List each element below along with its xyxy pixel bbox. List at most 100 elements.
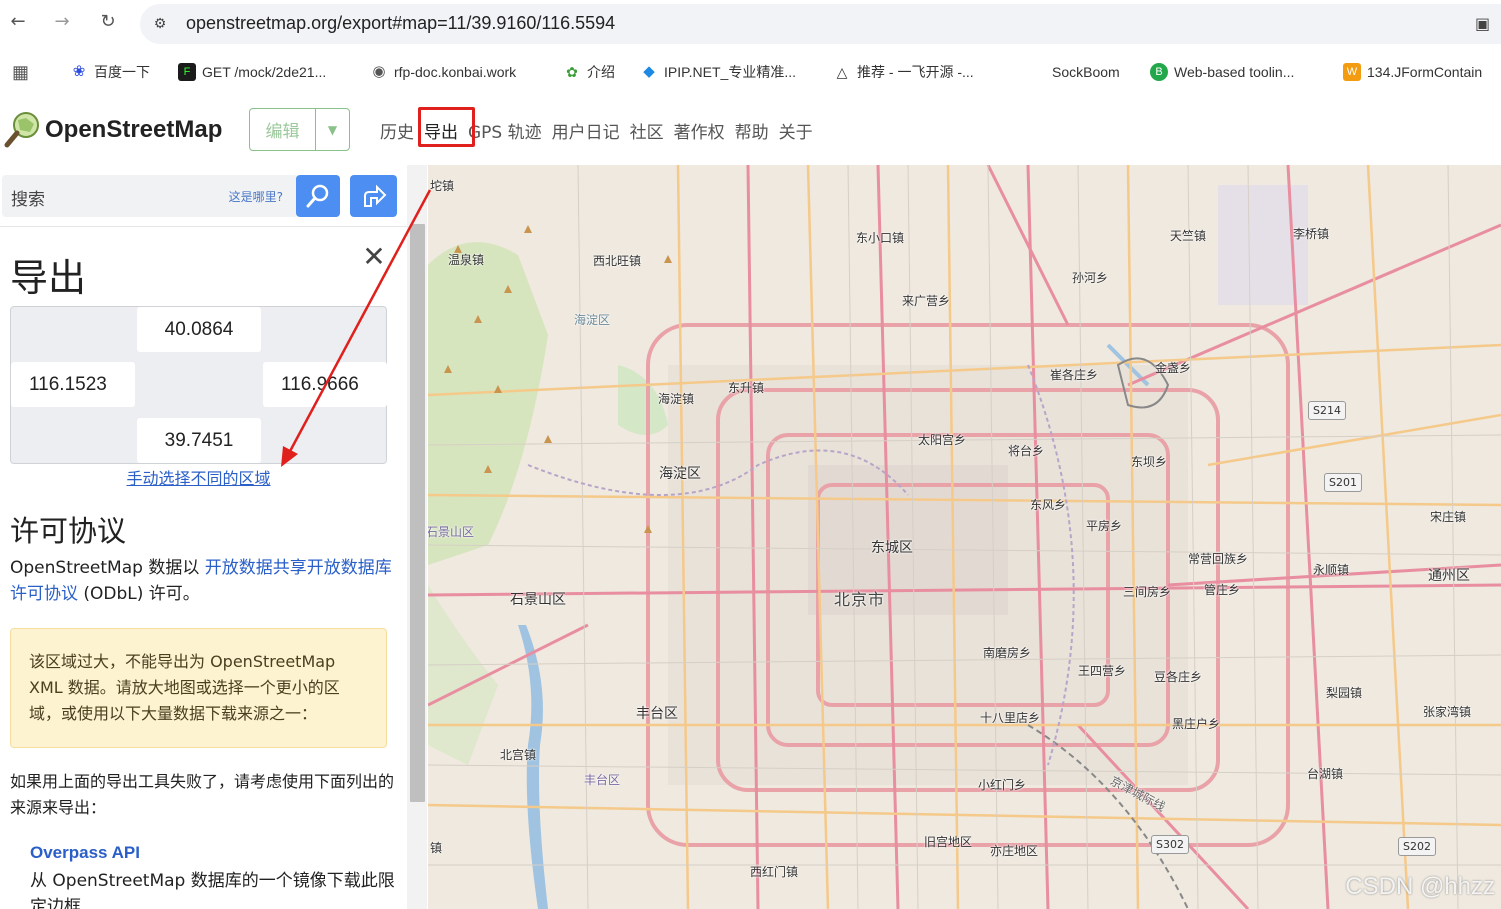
map-label: 台湖镇 <box>1307 767 1344 781</box>
max-lat-input[interactable]: 40.0864 <box>137 307 261 352</box>
sidebar: 搜索 这是哪里? 导出 ✕ 40.0864 116.1523 116.9666 … <box>0 165 407 909</box>
bookmark-mock[interactable]: F GET /mock/2de21... <box>178 61 326 83</box>
map-label: 丰台区 <box>584 773 621 787</box>
map-label: 北宫镇 <box>500 748 537 762</box>
min-lat-input[interactable]: 39.7451 <box>137 418 261 463</box>
bookmark-jform[interactable]: W 134.JFormContain <box>1343 61 1482 83</box>
license-heading: 许可协议 <box>10 514 127 548</box>
nav-about[interactable]: 关于 <box>779 118 813 143</box>
nav-help[interactable]: 帮助 <box>735 118 769 143</box>
reload-icon[interactable]: ↻ <box>96 10 120 34</box>
license-text: OpenStreetMap 数据以 开放数据共享开放数据库许可协议 (ODbL)… <box>10 555 395 607</box>
cast-icon[interactable]: ▣ <box>1475 14 1495 34</box>
search-icon <box>306 184 329 208</box>
where-is-this-link[interactable]: 这是哪里? <box>229 188 283 205</box>
map-label: 黑庄户乡 <box>1172 717 1221 731</box>
map-label: 东城区 <box>871 540 913 556</box>
bookmark-baidu[interactable]: ❀ 百度一下 <box>70 61 150 83</box>
edit-button[interactable]: 编辑 <box>250 109 316 150</box>
w-square-icon: W <box>1343 63 1361 81</box>
bookmark-label: 介绍 <box>587 64 615 80</box>
map-label: 永顺镇 <box>1313 563 1350 577</box>
nav-user-diaries[interactable]: 用户日记 <box>552 118 620 143</box>
bookmarks-bar: ▦ ❀ 百度一下 F GET /mock/2de21... ◉ rfp-doc.kon… <box>0 52 1501 90</box>
map-label: 北京市 <box>834 590 886 609</box>
road-shield: S214 <box>1308 401 1346 420</box>
bookmark-sockboom[interactable]: SockBoom <box>1052 61 1120 83</box>
leaf-icon: ✿ <box>566 64 578 80</box>
max-lon-input[interactable]: 116.9666 <box>263 362 387 407</box>
apps-grid-icon[interactable]: ▦ <box>12 61 29 83</box>
min-lon-input[interactable]: 116.1523 <box>11 362 135 407</box>
annotation-highlight-box <box>418 107 475 147</box>
map-label: 东坝乡 <box>1131 455 1168 469</box>
map-label: 将台乡 <box>1008 444 1045 458</box>
search-input[interactable]: 搜索 这是哪里? <box>2 175 298 217</box>
fallback-text: 如果用上面的导出工具失败了，请考虑使用下面列出的来源来导出： <box>10 772 395 817</box>
map-label: 旧宫地区 <box>924 835 973 849</box>
map-canvas[interactable]: 坨镇 温泉镇 西北旺镇 东小口镇 天竺镇 李桥镇 孙河乡 来广营乡 海淀区 海淀… <box>428 165 1501 909</box>
nav-community[interactable]: 社区 <box>630 118 664 143</box>
directions-button[interactable] <box>350 175 397 217</box>
map-label: 崔各庄乡 <box>1050 368 1099 382</box>
bookmark-label: IPIP.NET_专业精准... <box>664 64 796 80</box>
bookmark-ipip[interactable]: ◆ IPIP.NET_专业精准... <box>640 61 796 83</box>
map-label: 管庄乡 <box>1204 583 1241 597</box>
map-label: 温泉镇 <box>448 253 485 267</box>
map-label: 海淀区 <box>659 466 701 482</box>
forward-arrow-icon[interactable]: → <box>50 10 74 34</box>
search-row: 搜索 这是哪里? <box>0 165 407 227</box>
bookmark-label: Web-based toolin... <box>1174 64 1295 80</box>
map-label: 坨镇 <box>430 179 455 193</box>
bookmark-yifei[interactable]: △ 推荐 - 一飞开源 -... <box>833 61 974 83</box>
map-label: 石景山区 <box>428 525 475 539</box>
triangle-icon: △ <box>836 64 848 80</box>
close-icon[interactable]: ✕ <box>362 243 386 271</box>
map-label: 平房乡 <box>1086 519 1123 533</box>
bookmark-label: rfp-doc.konbai.work <box>394 64 517 80</box>
bookmark-web-tooling[interactable]: B Web-based toolin... <box>1150 61 1294 83</box>
osm-logo-icon[interactable] <box>4 110 42 148</box>
road-shield: S202 <box>1398 837 1436 856</box>
map-label: 宋庄镇 <box>1430 510 1467 524</box>
map-label: 东风乡 <box>1030 498 1067 512</box>
address-bar[interactable]: ⚙ openstreetmap.org/export#map=11/39.916… <box>140 4 1501 44</box>
osm-logo-text[interactable]: OpenStreetMap <box>45 116 222 144</box>
overpass-api-link[interactable]: Overpass API <box>30 843 140 863</box>
search-placeholder: 搜索 <box>11 190 45 210</box>
b-circle-icon: B <box>1150 63 1168 81</box>
edit-button-group: 编辑 ▼ <box>249 108 350 151</box>
map-label: 王四营乡 <box>1078 664 1127 678</box>
site-settings-icon[interactable]: ⚙ <box>150 14 170 34</box>
map-label: 西红门镇 <box>750 865 799 879</box>
search-button[interactable] <box>296 175 340 217</box>
bookmark-label: GET /mock/2de21... <box>202 64 327 80</box>
manual-select-area-link[interactable]: 手动选择不同的区域 <box>0 465 397 489</box>
export-title: 导出 <box>10 256 87 300</box>
map-label: 亦庄地区 <box>990 844 1039 858</box>
map-label: 李桥镇 <box>1293 227 1330 241</box>
map-label: 通州区 <box>1428 568 1470 584</box>
back-arrow-icon[interactable]: ← <box>6 10 30 34</box>
nav-gps-traces[interactable]: GPS 轨迹 <box>468 118 542 143</box>
road-shield: S201 <box>1324 473 1362 492</box>
nav-history[interactable]: 历史 <box>380 118 414 143</box>
map-roads <box>428 165 1501 909</box>
road-shield: S302 <box>1151 835 1189 854</box>
map-label: 金盏乡 <box>1155 361 1192 375</box>
map-label: 孙河乡 <box>1072 271 1109 285</box>
sidebar-scroll-thumb[interactable] <box>410 224 425 802</box>
map-label: 海淀镇 <box>658 392 695 406</box>
map-label: 石景山区 <box>510 592 566 608</box>
map-label: 张家湾镇 <box>1423 705 1472 719</box>
map-label: 小红门乡 <box>978 778 1027 792</box>
bookmark-label: 推荐 - 一飞开源 -... <box>857 64 974 80</box>
bookmark-intro[interactable]: ✿ 介绍 <box>563 61 615 83</box>
url-text[interactable]: openstreetmap.org/export#map=11/39.9160/… <box>186 13 615 34</box>
map-label: 东小口镇 <box>856 231 905 245</box>
chevron-down-icon[interactable]: ▼ <box>316 109 349 150</box>
bookmark-rfp-doc[interactable]: ◉ rfp-doc.konbai.work <box>370 61 516 83</box>
nav-copyright[interactable]: 著作权 <box>674 118 725 143</box>
baidu-paw-icon: ❀ <box>72 63 86 80</box>
map-label: 豆各庄乡 <box>1154 670 1203 684</box>
